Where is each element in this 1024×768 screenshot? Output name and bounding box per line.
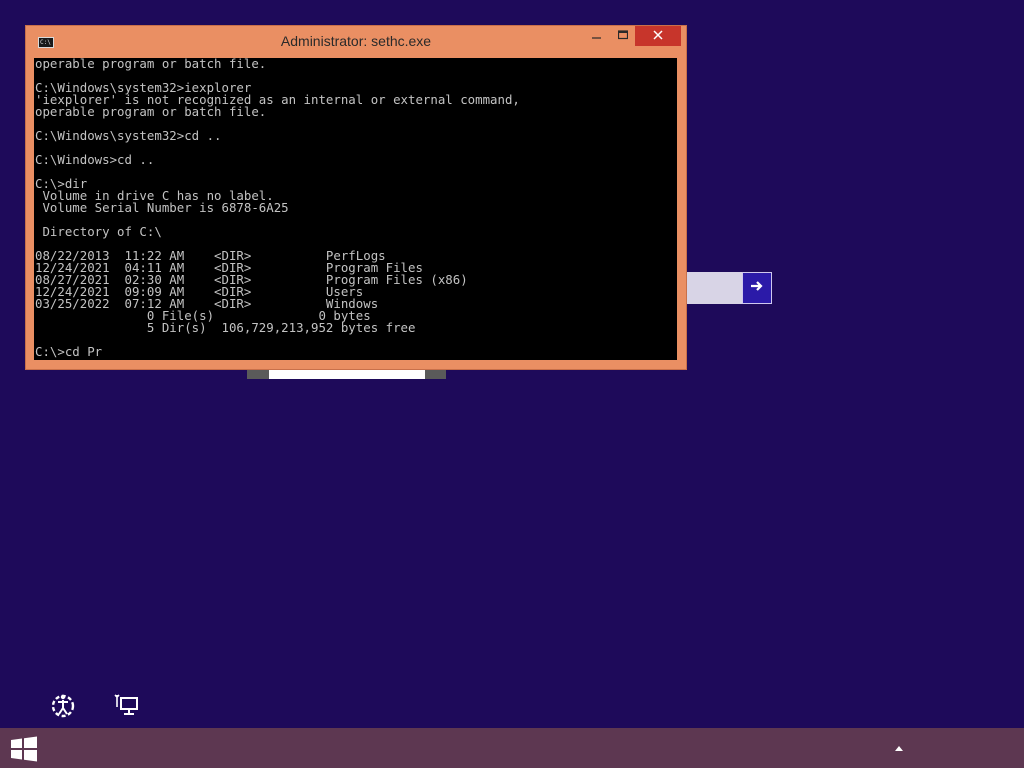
maximize-button[interactable] (610, 26, 636, 46)
console-text: operable program or batch file. C:\Windo… (35, 58, 520, 359)
minimize-button[interactable] (584, 26, 610, 46)
close-icon (653, 27, 663, 45)
title-bar[interactable]: C:\ Administrator: sethc.exe (26, 26, 686, 58)
taskbar (0, 728, 1024, 768)
minimize-icon (592, 27, 602, 45)
hidden-panel-edge (247, 368, 446, 379)
console-window[interactable]: C:\ Administrator: sethc.exe operable pr… (26, 26, 686, 369)
submit-button[interactable] (742, 272, 772, 304)
close-button[interactable] (635, 26, 681, 46)
console-output[interactable]: operable program or batch file. C:\Windo… (34, 58, 677, 360)
network-button[interactable] (114, 693, 140, 717)
network-icon (114, 694, 140, 721)
ease-of-access-button[interactable] (50, 692, 76, 718)
maximize-icon (617, 27, 629, 45)
ease-of-access-icon (50, 694, 76, 722)
start-button[interactable] (10, 736, 38, 762)
chevron-up-icon (895, 738, 903, 756)
show-hidden-icons-button[interactable] (892, 740, 906, 754)
windows-logo-icon (10, 736, 38, 766)
arrow-right-icon (750, 279, 764, 297)
